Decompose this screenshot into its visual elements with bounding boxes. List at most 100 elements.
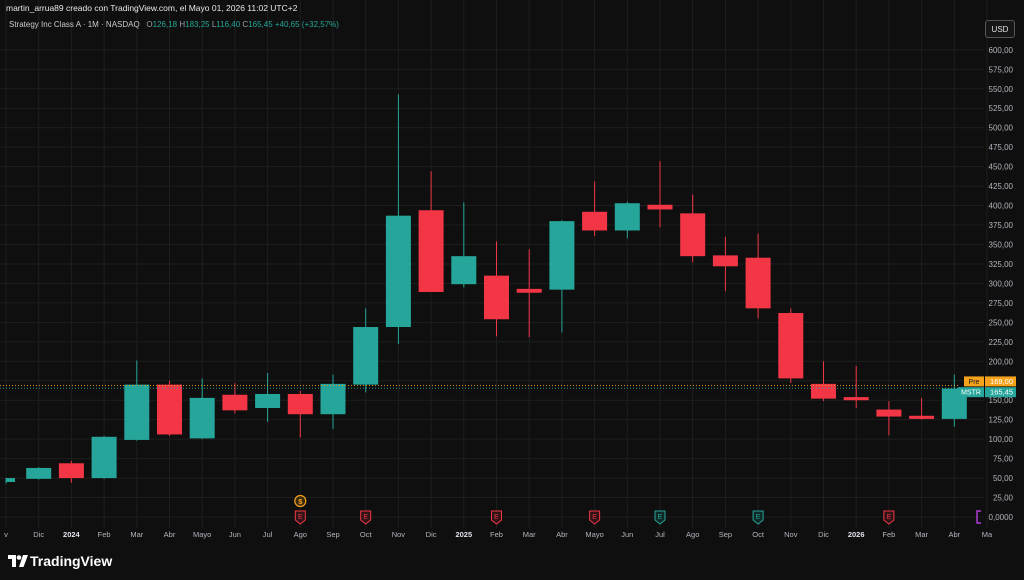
candle-body bbox=[353, 327, 379, 385]
price-value-label: 165,45 bbox=[990, 388, 1013, 397]
earnings-glyph: E bbox=[887, 514, 892, 521]
time-tick-label: Abr bbox=[556, 530, 568, 539]
candle-body bbox=[712, 255, 738, 267]
price-tick-label: 400,00 bbox=[989, 202, 1014, 211]
candle-body bbox=[843, 397, 869, 401]
time-tick-label: Feb bbox=[490, 530, 503, 539]
candle-body bbox=[745, 257, 771, 309]
time-tick-label: Oct bbox=[752, 530, 765, 539]
time-tick-label: Dic bbox=[818, 530, 829, 539]
time-tick-label: Sep bbox=[326, 530, 339, 539]
price-value-label: 169,00 bbox=[990, 377, 1013, 386]
time-tick-label: Mar bbox=[523, 530, 536, 539]
price-tick-label: 325,00 bbox=[989, 260, 1014, 269]
price-tick-label: 525,00 bbox=[989, 104, 1014, 113]
footer-bar bbox=[0, 543, 1024, 580]
earnings-glyph: E bbox=[658, 514, 663, 521]
price-tick-label: 575,00 bbox=[989, 65, 1014, 74]
candle-body bbox=[26, 467, 52, 479]
price-tick-label: 125,00 bbox=[989, 416, 1014, 425]
time-tick-label: Ago bbox=[686, 530, 699, 539]
candle-body bbox=[647, 204, 673, 210]
time-tick-label: Jun bbox=[229, 530, 241, 539]
symbol-title[interactable]: Strategy Inc Class A · 1M · NASDAQ bbox=[9, 20, 140, 29]
price-line-label: Pre bbox=[969, 379, 980, 386]
candle-body bbox=[614, 203, 640, 231]
brand-name[interactable]: TradingView bbox=[30, 553, 112, 569]
tradingview-logo-icon[interactable] bbox=[8, 555, 28, 567]
candle-body bbox=[778, 313, 804, 379]
time-tick-label: Dic bbox=[426, 530, 437, 539]
time-tick-label: Jun bbox=[621, 530, 633, 539]
candle-body bbox=[287, 393, 313, 415]
price-tick-label: 425,00 bbox=[989, 182, 1014, 191]
price-tick-label: 375,00 bbox=[989, 221, 1014, 230]
candle-body bbox=[418, 210, 444, 292]
chart-credit: martin_arrua89 creado con TradingView.co… bbox=[6, 3, 298, 13]
time-tick-label: Dic bbox=[33, 530, 44, 539]
price-line-label: MSTR bbox=[961, 390, 981, 397]
candle-body bbox=[91, 436, 117, 479]
candle-body bbox=[58, 463, 84, 479]
candle-body bbox=[157, 384, 182, 435]
price-tick-label: 600,00 bbox=[989, 46, 1014, 55]
price-tick-label: 150,00 bbox=[989, 396, 1014, 405]
chart-background bbox=[0, 0, 1024, 545]
earnings-glyph: E bbox=[592, 514, 597, 521]
time-tick-label: Jul bbox=[263, 530, 273, 539]
price-tick-label: 0,0000 bbox=[989, 513, 1014, 522]
price-tick-label: 500,00 bbox=[989, 124, 1014, 133]
symbol-info: Strategy Inc Class A · 1M · NASDAQ O126,… bbox=[9, 20, 339, 29]
candle-body bbox=[124, 384, 150, 440]
price-chart[interactable]: 0,000025,0050,0075,00100,00125,00150,001… bbox=[0, 0, 1024, 545]
time-tick-label: Mar bbox=[130, 530, 143, 539]
candle-body bbox=[909, 415, 935, 419]
candle-body bbox=[189, 397, 215, 439]
time-tick-label: 2026 bbox=[848, 530, 865, 539]
price-tick-label: 25,00 bbox=[993, 494, 1014, 503]
open-value: 126,18 bbox=[152, 20, 178, 29]
time-tick-label: 2024 bbox=[63, 530, 81, 539]
candle-body bbox=[582, 211, 608, 231]
candle-body bbox=[549, 221, 575, 290]
time-tick-label: Mayo bbox=[193, 530, 211, 539]
candle-body bbox=[811, 383, 836, 399]
time-tick-label: Abr bbox=[164, 530, 176, 539]
candle-body bbox=[451, 256, 477, 285]
price-tick-label: 225,00 bbox=[989, 338, 1014, 347]
price-tick-label: 75,00 bbox=[993, 455, 1014, 464]
time-tick-label: Oct bbox=[360, 530, 373, 539]
candle-body bbox=[516, 288, 542, 293]
time-tick-label: Sep bbox=[719, 530, 732, 539]
candle-body bbox=[6, 478, 15, 482]
earnings-glyph: E bbox=[363, 514, 368, 521]
time-tick-label: Feb bbox=[98, 530, 111, 539]
time-tick-label: Mar bbox=[915, 530, 928, 539]
price-tick-label: 475,00 bbox=[989, 143, 1014, 152]
low-value: 116,40 bbox=[216, 20, 241, 29]
earnings-glyph: E bbox=[756, 514, 761, 521]
change-value: +40,65 (+32,57%) bbox=[274, 20, 339, 29]
candle-body bbox=[876, 409, 902, 417]
candle-body bbox=[222, 394, 248, 411]
time-tick-label: Nov bbox=[392, 530, 406, 539]
candle-body bbox=[484, 275, 509, 320]
currency-button[interactable]: USD bbox=[985, 20, 1015, 38]
time-tick-label: 2025 bbox=[455, 530, 472, 539]
price-tick-label: 200,00 bbox=[989, 357, 1014, 366]
time-tick-label: Mayo bbox=[585, 530, 603, 539]
high-value: 183,25 bbox=[185, 20, 210, 29]
time-tick-label: Jul bbox=[655, 530, 665, 539]
time-tick-label: Abr bbox=[948, 530, 960, 539]
price-tick-label: 550,00 bbox=[989, 85, 1014, 94]
price-tick-label: 350,00 bbox=[989, 240, 1014, 249]
time-tick-label: Feb bbox=[882, 530, 895, 539]
price-tick-label: 100,00 bbox=[989, 435, 1014, 444]
price-tick-label: 50,00 bbox=[993, 474, 1014, 483]
earnings-glyph: E bbox=[494, 514, 499, 521]
time-tick-label: Ago bbox=[294, 530, 307, 539]
price-tick-label: 250,00 bbox=[989, 318, 1014, 327]
time-tick-label: v bbox=[4, 530, 8, 539]
close-value: 165,45 bbox=[248, 20, 273, 29]
time-tick-label: Ma bbox=[982, 530, 993, 539]
